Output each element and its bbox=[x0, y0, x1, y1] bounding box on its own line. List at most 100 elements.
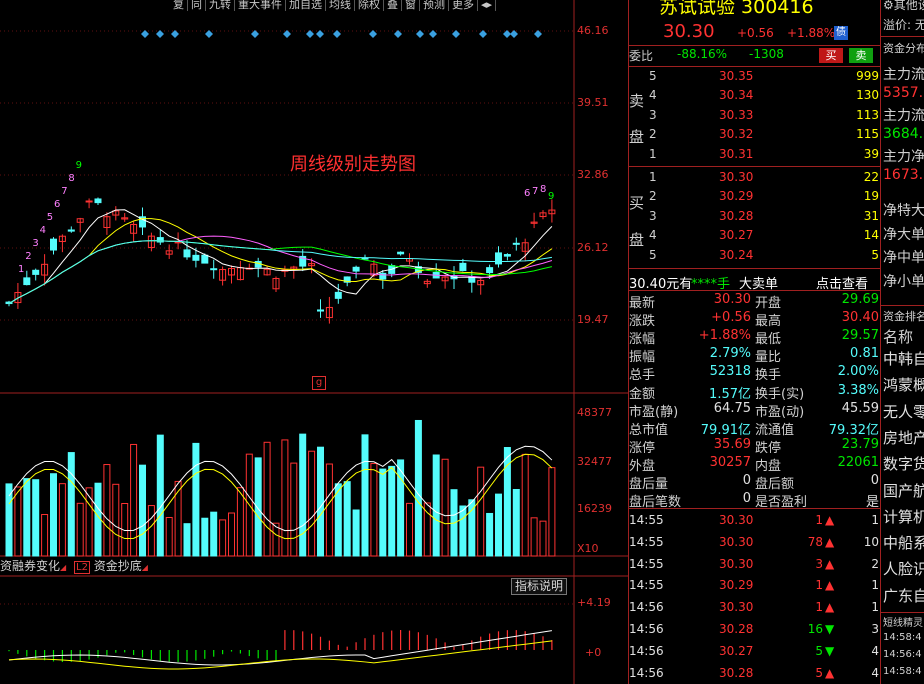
stat-value: 22061 bbox=[837, 454, 879, 470]
side-list-item[interactable]: 净特大 bbox=[883, 200, 924, 220]
sell-button[interactable]: 卖 bbox=[849, 48, 873, 63]
stock-title: 苏试试验 300416 bbox=[659, 0, 814, 18]
event-diamond-icon bbox=[205, 30, 213, 38]
side-list-item[interactable]: 14:58:4 bbox=[883, 632, 922, 643]
chart-area[interactable]: 1234567896789 复同九转 重大事件 加自选 均线 除权叠窗预测 更多 ◂▸ 周线… bbox=[0, 0, 628, 684]
buy-button[interactable]: 买 bbox=[819, 48, 843, 63]
level-number: 2 bbox=[649, 127, 657, 142]
side-list-item[interactable]: 1673.0 bbox=[883, 167, 924, 183]
stat-value: 35.69 bbox=[713, 436, 751, 452]
volume-bar bbox=[299, 433, 307, 557]
toolbar-item-events[interactable]: 重大事件 bbox=[235, 0, 286, 11]
order-book-row[interactable]: 4 30.27 14 bbox=[629, 228, 881, 246]
side-list-item[interactable]: 人脸识 bbox=[883, 558, 924, 579]
side-list-item[interactable]: 主力净 bbox=[883, 146, 924, 166]
volume-bar bbox=[370, 463, 378, 557]
toolbar-item-overlay[interactable]: 叠 bbox=[384, 0, 402, 11]
order-book-row[interactable]: 2 30.29 19 bbox=[629, 189, 881, 207]
tick-count: 4 bbox=[871, 665, 879, 680]
stat-label: 跌停 bbox=[755, 440, 782, 456]
td-count-label: 9 bbox=[548, 191, 554, 202]
volume-bar bbox=[23, 478, 31, 557]
side-list-item[interactable]: 中船系 bbox=[883, 532, 924, 553]
event-diamond-icon bbox=[141, 30, 149, 38]
side-premium: 溢价: 无 bbox=[883, 18, 924, 32]
side-list-item[interactable]: 14:56:4 bbox=[883, 649, 922, 660]
arrow-down-icon: ▼ bbox=[825, 622, 835, 636]
level-volume: 113 bbox=[856, 107, 879, 122]
volume-bar bbox=[441, 458, 449, 557]
stat-label: 流通值 bbox=[755, 422, 795, 438]
toolbar-item-forecast[interactable]: 预测 bbox=[420, 0, 449, 11]
side-list-item[interactable]: 中韩自 bbox=[883, 348, 924, 369]
side-list-item[interactable]: 3684.5 bbox=[883, 126, 924, 142]
side-list-item[interactable]: 净大单 bbox=[883, 224, 924, 244]
td-count-label: 2 bbox=[25, 251, 31, 262]
toolbar-item-same[interactable]: 同 bbox=[188, 0, 206, 11]
toolbar-item-ma[interactable]: 均线 bbox=[326, 0, 355, 11]
level-volume: 999 bbox=[856, 69, 879, 83]
order-book-row[interactable]: 1 30.31 39 bbox=[629, 147, 881, 165]
side-list-item[interactable]: 净小单 bbox=[883, 271, 924, 291]
stat-row: 涨幅 +1.88% 最低 29.57 bbox=[629, 328, 881, 347]
stat-label: 总手 bbox=[629, 368, 656, 384]
level-price: 30.35 bbox=[719, 69, 754, 83]
indicator-tabs: 资融券变化◢ L2 资金抄底◢ bbox=[0, 559, 148, 574]
side-list-item[interactable]: 数字货 bbox=[883, 453, 924, 474]
tab-margin-change[interactable]: 资融券变化 bbox=[0, 559, 60, 573]
stat-label: 盘后额 bbox=[755, 477, 795, 492]
side-list-item[interactable]: 14:58:4 bbox=[883, 666, 922, 677]
side-list-item[interactable]: 鸿蒙概 bbox=[883, 374, 924, 395]
side-list-item[interactable]: 无人零 bbox=[883, 401, 924, 422]
tick-time: 14:55 bbox=[629, 578, 664, 593]
side-list-item[interactable]: 5357.5 bbox=[883, 85, 924, 101]
volume-bar bbox=[210, 511, 218, 557]
side-panel: ⚙其他设 溢价: 无 资金分布 主力流5357.5主力流3684.5主力净167… bbox=[880, 0, 924, 684]
side-list-item[interactable]: 国产航 bbox=[883, 480, 924, 501]
side-list-item[interactable]: 净中单 bbox=[883, 247, 924, 267]
side-settings[interactable]: ⚙其他设 bbox=[883, 0, 924, 13]
arrow-down-icon: ▼ bbox=[825, 643, 835, 658]
order-book-row[interactable]: 2 30.32 115 bbox=[629, 127, 881, 145]
event-diamond-icon bbox=[316, 30, 324, 38]
side-list-item[interactable]: 广东自 bbox=[883, 585, 924, 606]
side-list-item[interactable]: 房地产 bbox=[883, 427, 924, 448]
toolbar-item-restore[interactable]: 复 bbox=[170, 0, 188, 11]
chevron-right-icon[interactable]: ◂▸ bbox=[478, 0, 497, 11]
order-book-row[interactable]: 3 30.33 113 bbox=[629, 108, 881, 126]
toolbar-item-window[interactable]: 窗 bbox=[402, 0, 420, 11]
candle-body bbox=[459, 262, 467, 272]
volume-bar bbox=[147, 505, 155, 557]
td-count-label: 8 bbox=[540, 184, 546, 195]
stat-row: 盘后笔数 0 是否盈利是 bbox=[629, 491, 881, 510]
level-price: 30.24 bbox=[719, 247, 754, 262]
stat-value: 52318 bbox=[709, 364, 751, 380]
level-volume: 130 bbox=[856, 88, 879, 103]
stat-label: 最新 bbox=[629, 296, 656, 311]
side-list-item[interactable]: 主力流 bbox=[883, 105, 924, 125]
toolbar-item-add-watchlist[interactable]: 加自选 bbox=[286, 0, 326, 11]
order-book-row[interactable]: 5 30.35 999 bbox=[629, 69, 881, 87]
toolbar-item-more[interactable]: 更多 bbox=[449, 0, 478, 11]
volume-bar bbox=[112, 483, 120, 557]
tab-bottom-fishing[interactable]: 资金抄底 bbox=[94, 559, 142, 573]
event-marker[interactable]: g bbox=[312, 376, 326, 390]
side-list-item[interactable]: 计算机 bbox=[883, 506, 924, 527]
stat-value: 1.57亿 bbox=[709, 386, 751, 402]
volume-bar bbox=[130, 443, 138, 557]
order-book-row[interactable]: 3 30.28 31 bbox=[629, 209, 881, 227]
side-list-item[interactable]: 主力流 bbox=[883, 64, 924, 84]
gear-icon[interactable]: ⚙ bbox=[883, 0, 894, 12]
indicator-axis-label: +0 bbox=[585, 646, 602, 659]
toolbar-item-nine-turn[interactable]: 九转 bbox=[206, 0, 235, 11]
volume-bar bbox=[192, 442, 200, 557]
level-number: 4 bbox=[649, 228, 657, 243]
order-book-row[interactable]: 5 30.24 5 bbox=[629, 248, 881, 266]
order-book-row[interactable]: 4 30.34 130 bbox=[629, 88, 881, 106]
indicator-help-button[interactable]: 指标说明 bbox=[511, 578, 567, 595]
volume-bar bbox=[539, 520, 547, 557]
toolbar-item-exright[interactable]: 除权 bbox=[355, 0, 384, 11]
chart-annotation: 周线级别走势图 bbox=[290, 154, 416, 175]
order-book-row[interactable]: 1 30.30 22 bbox=[629, 170, 881, 188]
arrow-up-icon: ▲ bbox=[825, 534, 835, 549]
